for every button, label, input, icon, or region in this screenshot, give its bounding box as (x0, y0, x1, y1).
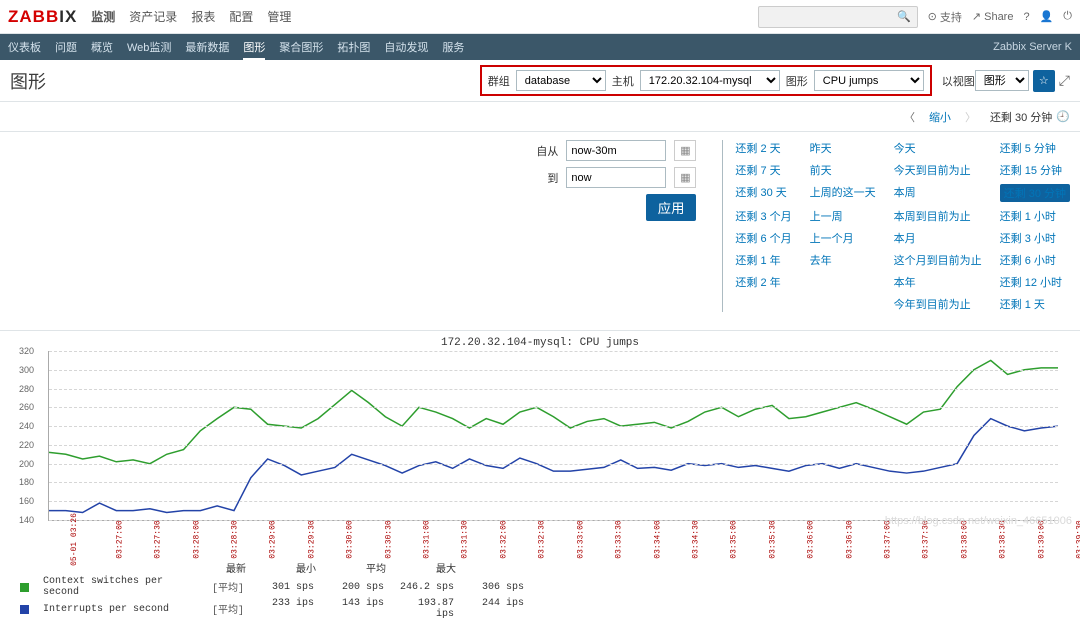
calendar-icon[interactable]: ▦ (674, 140, 696, 161)
host-label: 主机 (612, 73, 634, 89)
subnav-item[interactable]: 自动发现 (384, 42, 428, 54)
range-link[interactable]: 今天到目前为止 (894, 162, 982, 178)
from-input[interactable] (566, 140, 666, 161)
user-icon[interactable]: 👤 (1040, 10, 1054, 23)
subnav-item[interactable]: 服务 (442, 42, 464, 54)
chart-area: 140160180200220240260280300320 (48, 351, 1058, 521)
range-link[interactable]: 上一周 (810, 208, 876, 224)
range-link[interactable]: 还剩 6 小时 (1000, 252, 1070, 268)
subnav-item[interactable]: 图形 (243, 42, 265, 60)
subnav-item[interactable]: 仪表板 (8, 42, 41, 54)
subnav-item[interactable]: 拓扑图 (337, 42, 370, 54)
clock-icon[interactable]: 🕘 (1056, 110, 1070, 123)
support-link[interactable]: ⊙ 支持 (928, 9, 962, 25)
help-icon[interactable]: ? (1023, 11, 1029, 23)
time-remaining[interactable]: 还剩 30 分钟 (990, 109, 1052, 125)
range-link[interactable]: 还剩 12 小时 (1000, 274, 1070, 290)
range-link[interactable]: 本年 (894, 274, 982, 290)
range-link[interactable]: 本周 (894, 184, 982, 202)
range-link[interactable]: 昨天 (810, 140, 876, 156)
zoom-out-link[interactable]: 缩小 (929, 109, 951, 125)
range-link[interactable]: 还剩 2 年 (735, 274, 791, 290)
filter-highlight: 群组 database 主机 172.20.32.104-mysql 图形 CP… (480, 65, 932, 96)
logo: ZABBIX (8, 7, 77, 27)
to-label: 到 (547, 170, 558, 186)
subnav-item[interactable]: 最新数据 (185, 42, 229, 54)
chart-title: 172.20.32.104-mysql: CPU jumps (10, 337, 1070, 349)
legend-row: Interrupts per second[平均]233 ips143 ips1… (20, 598, 1070, 620)
page-title: 图形 (10, 68, 46, 94)
view-select[interactable]: 图形 (975, 70, 1029, 91)
to-input[interactable] (566, 167, 666, 188)
topnav-item[interactable]: 监测 (91, 10, 115, 24)
search-icon: 🔍 (897, 10, 911, 23)
range-link[interactable]: 本周到目前为止 (894, 208, 982, 224)
topnav-item[interactable]: 资产记录 (129, 10, 177, 24)
apply-button[interactable]: 应用 (646, 194, 697, 221)
view-label: 以视图 (942, 73, 975, 89)
group-select[interactable]: database (516, 70, 606, 91)
server-name: Zabbix Server K (993, 41, 1072, 53)
host-select[interactable]: 172.20.32.104-mysql (640, 70, 780, 91)
next-icon[interactable]: 〉 (965, 109, 976, 125)
range-link[interactable]: 今年到目前为止 (894, 296, 982, 312)
graph-label: 图形 (786, 73, 808, 89)
range-link[interactable]: 还剩 1 小时 (1000, 208, 1070, 224)
search-input[interactable]: 🔍 (758, 6, 918, 28)
range-link[interactable]: 还剩 6 个月 (735, 230, 791, 246)
range-link[interactable]: 上一个月 (810, 230, 876, 246)
range-link[interactable]: 还剩 1 年 (735, 252, 791, 268)
range-link[interactable]: 本月 (894, 230, 982, 246)
watermark: https://blog.csdn.net/weixin_46651006 (885, 515, 1072, 527)
subnav-item[interactable]: 聚合图形 (279, 42, 323, 54)
range-link[interactable]: 还剩 2 天 (735, 140, 791, 156)
fullscreen-button[interactable]: ⤢ (1059, 72, 1070, 89)
range-link[interactable]: 还剩 5 分钟 (1000, 140, 1070, 156)
graph-select[interactable]: CPU jumps (814, 70, 924, 91)
range-link[interactable]: 还剩 3 小时 (1000, 230, 1070, 246)
calendar-icon[interactable]: ▦ (674, 167, 696, 188)
logout-icon[interactable]: ⏻ (1063, 10, 1072, 23)
range-link[interactable]: 今天 (894, 140, 982, 156)
subnav-item[interactable]: 概览 (91, 42, 113, 54)
topnav-item[interactable]: 报表 (191, 10, 215, 24)
share-link[interactable]: ↗ Share (972, 10, 1014, 23)
range-link[interactable]: 还剩 15 分钟 (1000, 162, 1070, 178)
range-link[interactable]: 前天 (810, 162, 876, 178)
legend-row: Context switches per second[平均]301 sps20… (20, 576, 1070, 598)
range-link[interactable]: 还剩 30 分钟 (1000, 184, 1070, 202)
favorite-button[interactable]: ☆ (1033, 70, 1055, 92)
from-label: 自从 (536, 143, 558, 159)
range-link[interactable]: 上周的这一天 (810, 184, 876, 202)
secondary-nav: 仪表板 问题 概览 Web监测 最新数据 图形 聚合图形 拓扑图 自动发现 服务 Zabbix S… (0, 34, 1080, 60)
group-label: 群组 (488, 73, 510, 89)
prev-icon[interactable]: 〈 (904, 109, 915, 125)
primary-nav: 监测资产记录报表配置管理 (91, 8, 305, 25)
time-ranges: 还剩 2 天 昨天 今天 还剩 5 分钟还剩 7 天 前天 今天到目前为止 还剩 15 分钟… (735, 140, 1070, 312)
subnav-item[interactable]: Web监测 (127, 42, 171, 54)
range-link[interactable]: 这个月到目前为止 (894, 252, 982, 268)
range-link[interactable]: 去年 (810, 252, 876, 268)
range-link[interactable]: 还剩 1 天 (1000, 296, 1070, 312)
range-link[interactable]: 还剩 30 天 (735, 184, 791, 202)
range-link[interactable]: 还剩 7 天 (735, 162, 791, 178)
range-link[interactable]: 还剩 3 个月 (735, 208, 791, 224)
subnav-item[interactable]: 问题 (55, 42, 77, 54)
topnav-item[interactable]: 管理 (267, 10, 291, 24)
topnav-item[interactable]: 配置 (229, 10, 253, 24)
